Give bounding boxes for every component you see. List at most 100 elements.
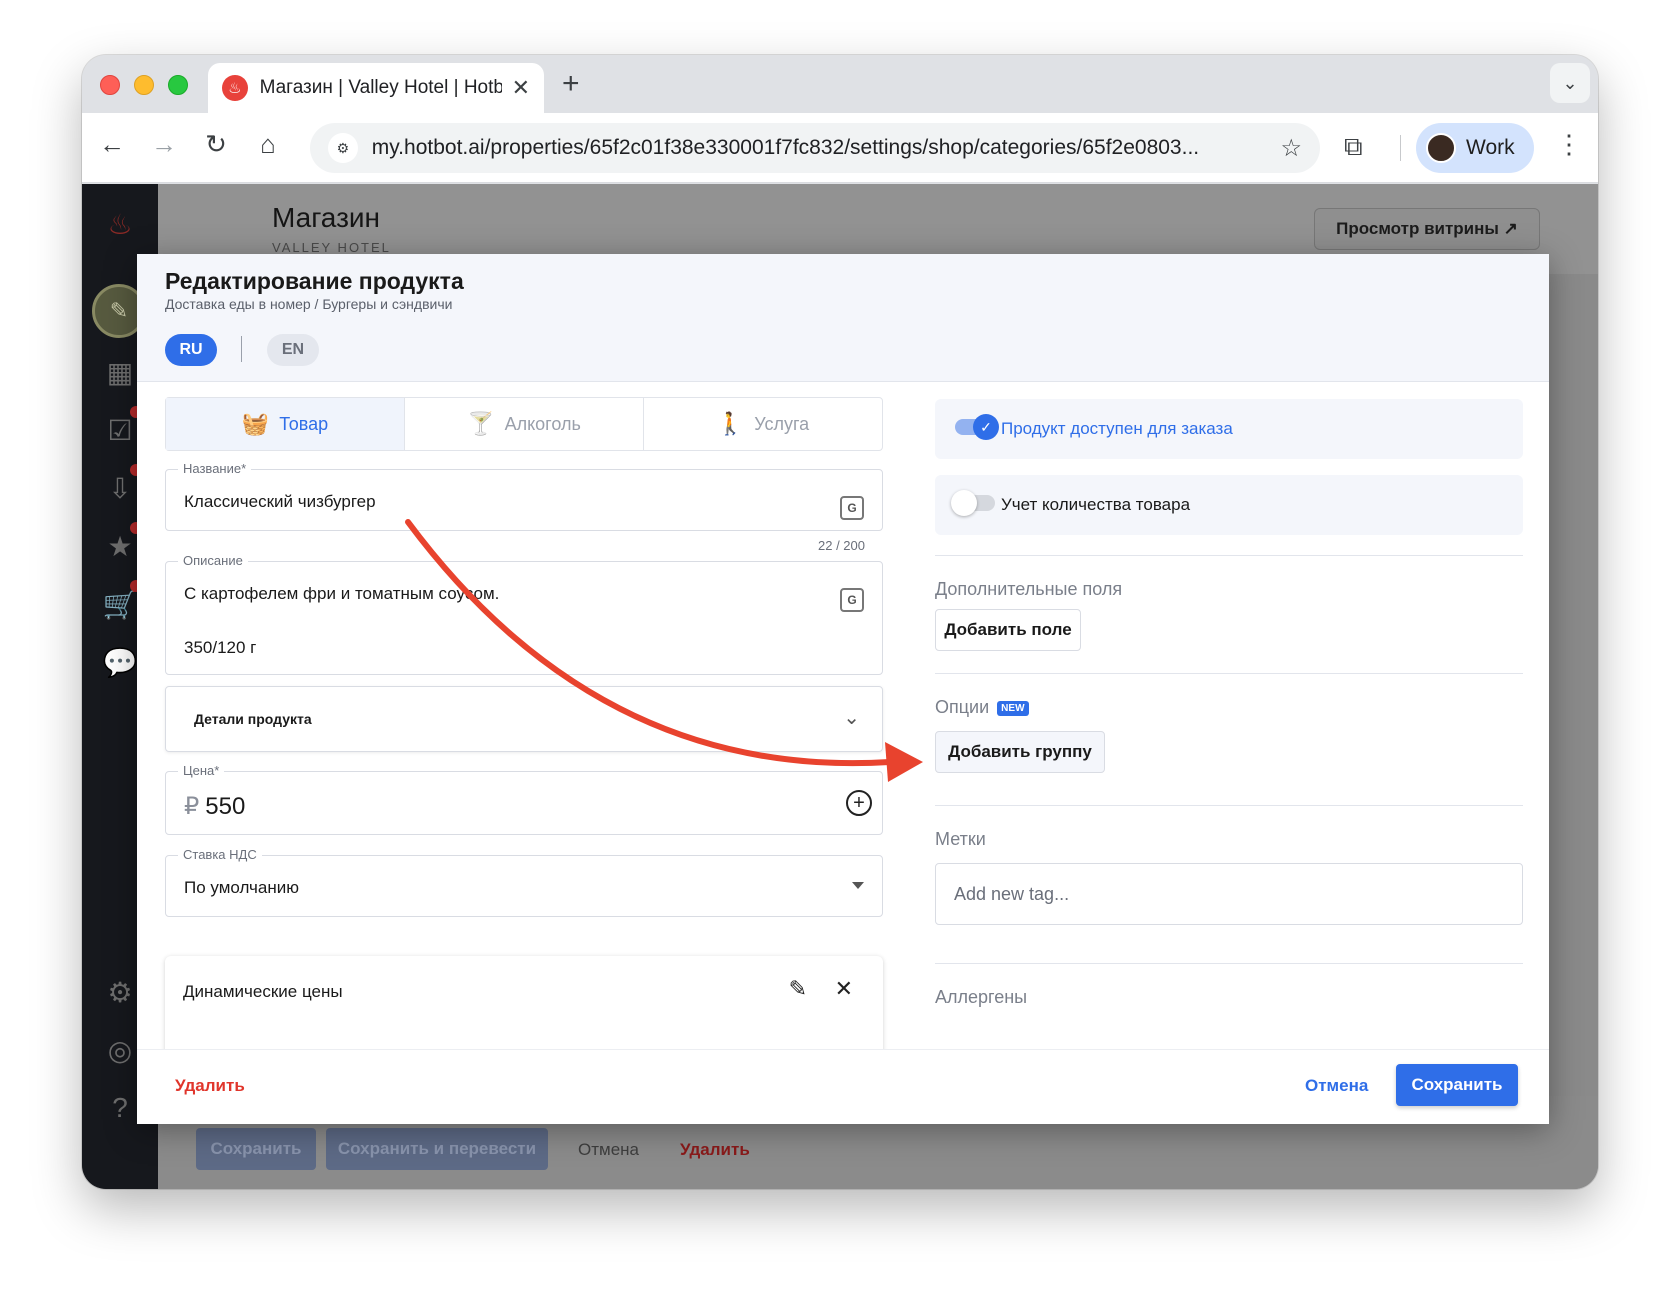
name-field-value[interactable]: Классический чизбургер xyxy=(184,492,376,512)
divider xyxy=(935,555,1523,556)
lang-ru-chip[interactable]: RU xyxy=(165,334,217,366)
tags-title: Метки xyxy=(935,829,986,849)
settings-gear-icon[interactable]: ⚙ xyxy=(100,972,140,1012)
profile-label: Work xyxy=(1466,136,1515,159)
hotbot-favicon-icon: ♨ xyxy=(222,75,248,101)
close-x-icon[interactable]: ✕ xyxy=(835,976,853,1002)
bookmark-star-icon[interactable]: ☆ xyxy=(1280,134,1302,163)
profile-button[interactable]: Work xyxy=(1416,123,1534,173)
stock-toggle-card: Учет количества товара xyxy=(935,475,1523,535)
tab-alcohol[interactable]: 🍸 Алкоголь xyxy=(405,398,644,450)
extensions-puzzle-icon[interactable]: ⧉ xyxy=(1344,131,1363,163)
vat-field-label: Ставка НДС xyxy=(178,847,262,862)
add-group-button[interactable]: Добавить группу xyxy=(935,731,1105,773)
vat-value: По умолчанию xyxy=(184,878,299,897)
address-bar[interactable]: ⚙ my.hotbot.ai/properties/65f2c01f38e330… xyxy=(310,123,1320,173)
description-field[interactable]: Описание С картофелем фри и томатным соу… xyxy=(165,553,883,675)
bg-save-button[interactable]: Сохранить xyxy=(196,1128,316,1170)
bg-delete-link[interactable]: Удалить xyxy=(680,1140,750,1160)
tasks-check-icon[interactable]: ☑ xyxy=(100,406,142,450)
reload-icon[interactable]: ↻ xyxy=(198,129,234,160)
breadcrumb: Доставка еды в номер / Бургеры и сэндвич… xyxy=(165,296,453,312)
home-icon[interactable]: ⌂ xyxy=(250,129,286,160)
extra-fields-title: Дополнительные поля xyxy=(935,579,1123,599)
tab-strip: ♨ Магазин | Valley Hotel | Hotbot ✕ + ⌄ xyxy=(82,55,1598,113)
stock-toggle[interactable] xyxy=(951,490,995,516)
details-label: Детали продукта xyxy=(194,711,312,727)
tab-close-icon[interactable]: ✕ xyxy=(512,75,530,101)
add-price-plus-icon[interactable]: + xyxy=(846,790,872,816)
inbox-download-icon[interactable]: ⇩ xyxy=(100,464,142,508)
name-field[interactable]: Название* Классический чизбургер G xyxy=(165,461,883,531)
allergens-title: Аллергены xyxy=(935,987,1028,1007)
currency-symbol: ₽ xyxy=(184,793,200,820)
delete-button[interactable]: Удалить xyxy=(175,1076,245,1096)
chevron-down-icon: ⌄ xyxy=(843,707,860,729)
browser-menu-icon[interactable]: ⋮ xyxy=(1556,129,1582,160)
tab-alcohol-label: Алкоголь xyxy=(504,413,581,434)
reviews-star-icon[interactable]: ★ xyxy=(100,522,142,566)
toggle-knob xyxy=(951,490,977,516)
lang-en-chip[interactable]: EN xyxy=(267,334,319,366)
new-tab-button[interactable]: + xyxy=(562,67,580,101)
cocktail-icon: 🍸 xyxy=(467,411,495,436)
translate-icon[interactable]: G xyxy=(840,588,864,612)
vat-select[interactable]: Ставка НДС По умолчанию xyxy=(165,847,883,917)
edit-product-modal: Редактирование продукта Доставка еды в н… xyxy=(137,254,1549,1124)
window-close-button[interactable] xyxy=(100,75,120,95)
view-storefront-button[interactable]: Просмотр витрины ↗ xyxy=(1314,208,1540,250)
description-line-1[interactable]: С картофелем фри и томатным соусом. xyxy=(184,584,499,604)
browser-tab[interactable]: ♨ Магазин | Valley Hotel | Hotbot ✕ xyxy=(208,63,544,113)
bg-save-translate-button[interactable]: Сохранить и перевести xyxy=(326,1128,548,1170)
price-field[interactable]: Цена* ₽550 + xyxy=(165,763,883,835)
divider xyxy=(935,673,1523,674)
hotbot-logo-icon[interactable]: ♨ xyxy=(100,204,140,244)
add-field-button[interactable]: Добавить поле xyxy=(935,609,1081,651)
description-line-2[interactable]: 350/120 г xyxy=(184,638,256,658)
site-settings-icon[interactable]: ⚙ xyxy=(328,133,358,163)
back-arrow-icon[interactable]: ← xyxy=(94,129,130,160)
tab-title: Магазин | Valley Hotel | Hotbot xyxy=(259,77,502,98)
profile-avatar xyxy=(1426,133,1456,163)
available-toggle-card: ✓ Продукт доступен для заказа xyxy=(935,399,1523,459)
url-text[interactable]: my.hotbot.ai/properties/65f2c01f38e33000… xyxy=(372,136,1265,160)
tab-search-chevron-icon[interactable]: ⌄ xyxy=(1550,63,1590,103)
divider xyxy=(935,963,1523,964)
edit-pencil-icon[interactable]: ✎ xyxy=(789,976,807,1002)
modal-body: 🧺 Товар 🍸 Алкоголь 🚶 Услуга Название* Кл… xyxy=(137,383,1549,1049)
save-button[interactable]: Сохранить xyxy=(1396,1064,1518,1106)
account-user-icon[interactable]: ◎ xyxy=(100,1030,140,1070)
dynamic-prices-label: Динамические цены xyxy=(183,982,343,1001)
cancel-button[interactable]: Отмена xyxy=(1305,1076,1368,1096)
translate-icon[interactable]: G xyxy=(840,496,864,520)
dynamic-prices-card: Динамические цены ✎ ✕ xyxy=(165,956,883,1049)
tag-input[interactable]: Add new tag... xyxy=(935,863,1523,925)
options-title: Опции xyxy=(935,697,990,717)
bg-cancel-link[interactable]: Отмена xyxy=(578,1140,639,1160)
window-zoom-button[interactable] xyxy=(168,75,188,95)
person-service-icon: 🚶 xyxy=(716,411,745,436)
page-title: Магазин xyxy=(272,202,381,233)
dropdown-caret-icon xyxy=(852,882,864,889)
available-toggle[interactable]: ✓ xyxy=(955,414,999,440)
available-toggle-label: Продукт доступен для заказа xyxy=(1001,419,1233,438)
options-title-row: Опции NEW xyxy=(935,697,1029,718)
shop-cart-icon[interactable]: 🛒 xyxy=(100,580,142,624)
check-icon: ✓ xyxy=(973,414,999,440)
tab-service-label: Услуга xyxy=(754,413,810,434)
chat-bubble-icon[interactable]: 💬 xyxy=(100,642,140,682)
divider xyxy=(935,805,1523,806)
description-field-label: Описание xyxy=(178,553,248,568)
window-minimize-button[interactable] xyxy=(134,75,154,95)
analytics-chart-icon[interactable]: ▦ xyxy=(100,352,140,392)
tab-service[interactable]: 🚶 Услуга xyxy=(644,398,882,450)
modal-footer: Удалить Отмена Сохранить xyxy=(137,1049,1549,1124)
price-value[interactable]: ₽550 xyxy=(184,792,245,821)
new-badge: NEW xyxy=(997,701,1029,716)
price-field-label: Цена* xyxy=(178,763,225,778)
tab-goods[interactable]: 🧺 Товар xyxy=(166,398,405,450)
browser-toolbar: ← → ↻ ⌂ ⚙ my.hotbot.ai/properties/65f2c0… xyxy=(82,113,1598,183)
product-details-accordion[interactable]: Детали продукта ⌄ xyxy=(165,686,883,752)
forward-arrow-icon[interactable]: → xyxy=(146,129,182,160)
help-question-icon[interactable]: ? xyxy=(100,1088,140,1128)
